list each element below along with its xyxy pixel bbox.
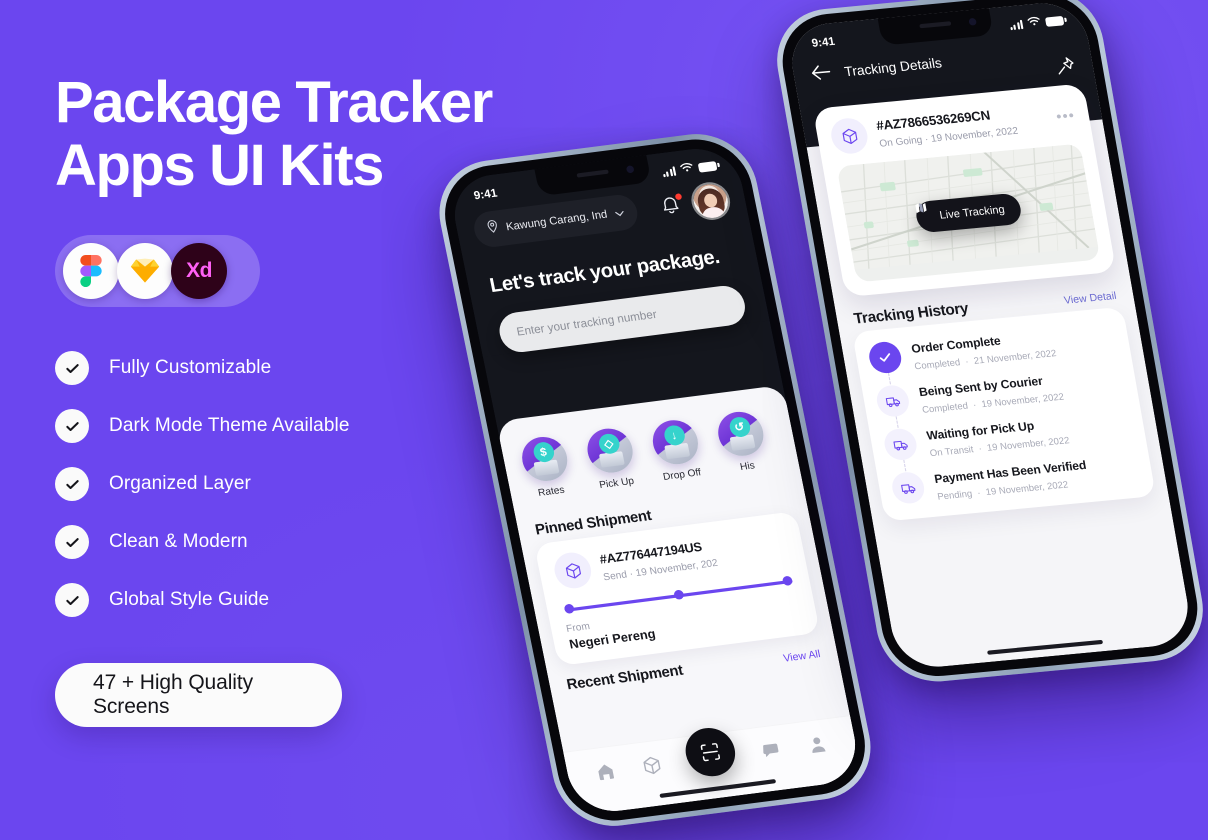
history-date: 19 November, 2022	[980, 391, 1065, 410]
wifi-icon	[1027, 16, 1042, 30]
feature-label: Organized Layer	[109, 473, 251, 495]
cellular-bars-icon	[1009, 19, 1024, 30]
avatar[interactable]	[690, 182, 732, 220]
detail-content: #AZ7866536269CN On Going · 19 November, …	[800, 82, 1168, 523]
history-status: Completed	[921, 400, 969, 415]
earpiece-speaker	[576, 169, 609, 178]
parcel-shape	[729, 434, 756, 451]
timeline-connector	[895, 416, 899, 428]
quick-action-dropoff[interactable]: ↓ Drop Off	[646, 417, 709, 484]
arrow-left-icon[interactable]	[809, 63, 834, 87]
battery-icon	[697, 160, 718, 173]
adobe-xd-label: Xd	[186, 259, 212, 283]
history-status: Completed	[913, 356, 962, 372]
scan-icon[interactable]	[681, 724, 740, 779]
status-indicators	[661, 159, 718, 178]
adobe-xd-icon[interactable]: Xd	[171, 243, 227, 300]
chevron-down-icon	[613, 203, 626, 223]
history-date: 21 November, 2022	[972, 347, 1058, 366]
history-status: On Transit	[928, 443, 975, 459]
page-title: Tracking Details	[843, 54, 944, 80]
timeline-connector	[887, 372, 891, 385]
view-detail-link[interactable]: View Detail	[1063, 291, 1117, 307]
truck-icon	[889, 470, 927, 505]
check-icon	[866, 340, 904, 375]
view-all-link[interactable]: View All	[782, 649, 821, 665]
tracking-details-screen: 9:41 Tracking Details #AZ7866536269CN On…	[785, 0, 1195, 671]
history-title: Order Complete	[910, 335, 1002, 356]
front-camera-icon	[968, 17, 977, 26]
parcel-shape	[664, 442, 691, 460]
battery-icon	[1044, 15, 1065, 27]
feature-item: Fully Customizable	[55, 351, 575, 386]
sketch-icon[interactable]	[117, 243, 173, 300]
check-icon	[55, 351, 89, 386]
front-camera-icon	[625, 165, 635, 174]
quick-action-label: Drop Off	[662, 466, 703, 484]
progress-dot	[672, 589, 685, 601]
section-title: Recent Shipment	[565, 661, 685, 693]
tracking-summary-card[interactable]: #AZ7866536269CN On Going · 19 November, …	[812, 83, 1117, 298]
feature-item: Organized Layer	[55, 467, 575, 502]
history-date: 19 November, 2022	[986, 434, 1071, 453]
quick-action-label: His	[739, 459, 756, 474]
app-format-badges: Xd	[55, 235, 260, 308]
ellipsis-icon[interactable]: •••	[1055, 106, 1076, 124]
notification-badge	[673, 191, 684, 202]
check-icon	[55, 525, 89, 560]
feature-label: Fully Customizable	[109, 357, 272, 379]
tracking-history-list: Order Complete Completed · 21 November, …	[851, 306, 1156, 522]
pickup-icon: ◇	[583, 425, 637, 476]
home-icon[interactable]	[594, 760, 619, 787]
parcel-shape	[598, 451, 625, 468]
person-icon[interactable]	[805, 733, 830, 760]
truck-icon	[882, 427, 920, 462]
feature-item: Global Style Guide	[55, 583, 575, 618]
phone-bezel: 9:41	[774, 0, 1206, 681]
wifi-icon	[679, 162, 694, 176]
quick-action-label: Pick Up	[598, 475, 636, 492]
map-preview[interactable]: Live Tracking	[836, 143, 1101, 283]
chat-icon[interactable]	[759, 739, 784, 766]
header-actions	[657, 182, 732, 224]
check-icon	[55, 583, 89, 618]
figma-icon[interactable]	[63, 243, 119, 300]
screens-count-button[interactable]: 47 + High Quality Screens	[55, 663, 342, 728]
earpiece-speaker	[919, 21, 952, 29]
home-indicator	[987, 639, 1104, 655]
history-status: Pending	[936, 488, 974, 502]
status-indicators	[1008, 14, 1065, 32]
box-icon	[828, 116, 871, 156]
history-date: 19 November, 2022	[984, 479, 1070, 498]
progress-dot	[781, 575, 794, 587]
timeline-connector	[902, 459, 906, 472]
pin-icon[interactable]	[1053, 55, 1079, 83]
check-icon	[55, 467, 89, 502]
cellular-bars-icon	[661, 165, 677, 177]
status-time: 9:41	[810, 35, 836, 51]
feature-item: Clean & Modern	[55, 525, 575, 560]
truck-icon	[874, 383, 912, 418]
feature-label: Dark Mode Theme Available	[109, 415, 350, 437]
live-tracking-label: Live Tracking	[938, 203, 1006, 222]
feature-item: Dark Mode Theme Available	[55, 409, 575, 444]
quick-action-pickup[interactable]: ◇ Pick Up	[580, 425, 643, 493]
box-icon[interactable]	[639, 754, 664, 781]
dropoff-icon: ↓	[648, 417, 703, 467]
check-icon	[55, 409, 89, 444]
feature-label: Global Style Guide	[109, 589, 270, 611]
page-title: Package Tracker Apps UI Kits	[55, 70, 493, 198]
feature-list: Fully Customizable Dark Mode Theme Avail…	[55, 351, 575, 618]
bottom-tab-bar	[563, 715, 864, 817]
history-icon: ↺	[714, 409, 768, 459]
quick-action-history[interactable]: ↺ His	[711, 409, 774, 476]
hero-copy-panel: Package Tracker Apps UI Kits Xd Fully Cu…	[55, 70, 575, 728]
bell-icon[interactable]	[658, 191, 686, 219]
feature-label: Clean & Modern	[109, 531, 248, 553]
